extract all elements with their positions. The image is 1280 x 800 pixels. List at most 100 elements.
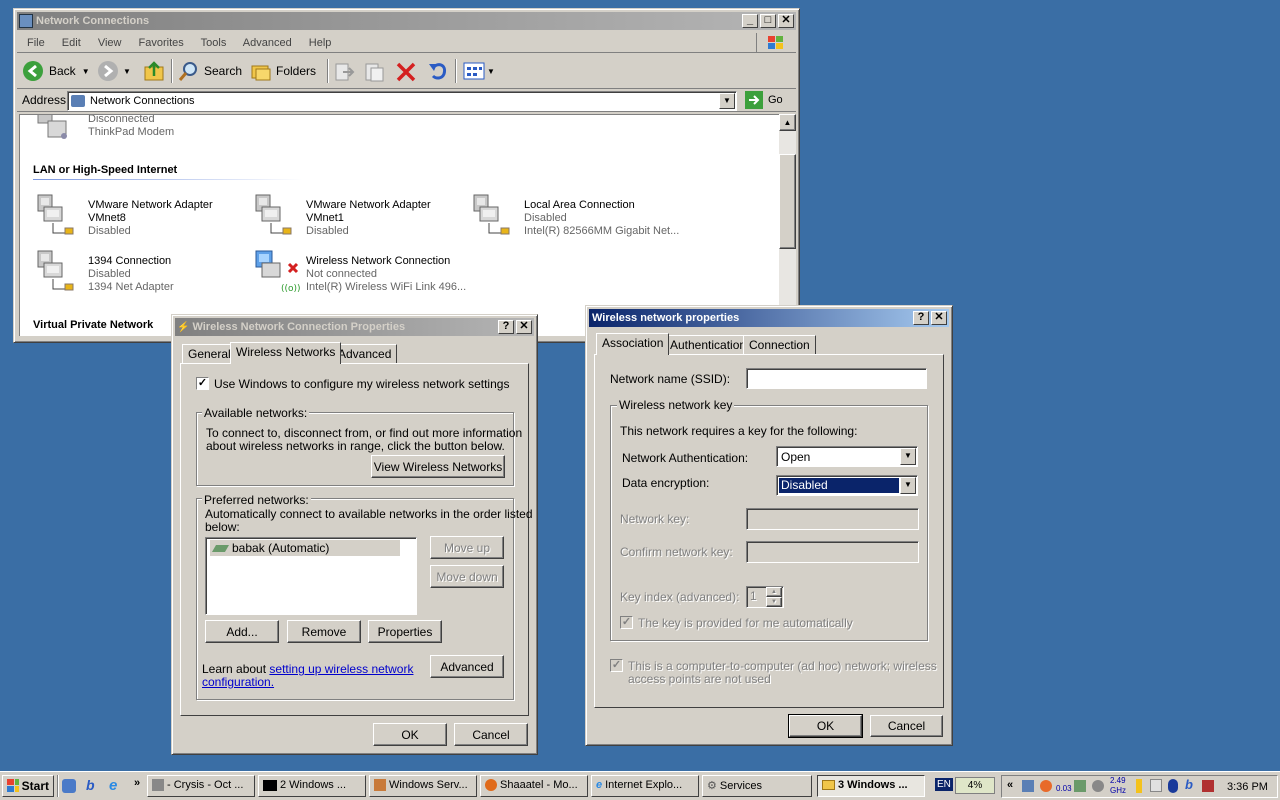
- menu-file[interactable]: File: [27, 37, 45, 49]
- move-to-icon[interactable]: [333, 61, 355, 83]
- taskbar-button[interactable]: - Crysis - Oct ...: [147, 775, 255, 797]
- undo-icon[interactable]: [427, 60, 449, 82]
- tray-icon[interactable]: [1202, 780, 1214, 792]
- tray-icon[interactable]: [1040, 780, 1052, 792]
- tray-icon[interactable]: [1092, 780, 1104, 792]
- scroll-up-button[interactable]: ▲: [779, 114, 796, 131]
- tray-icon[interactable]: [1074, 780, 1086, 792]
- menu-favorites[interactable]: Favorites: [139, 37, 184, 49]
- connection-item[interactable]: Local Area Connection Disabled Intel(R) …: [524, 199, 679, 238]
- advanced-button[interactable]: Advanced: [430, 655, 504, 678]
- desktop-quicklaunch-icon[interactable]: [62, 779, 76, 793]
- address-field[interactable]: Network Connections ▼: [67, 91, 737, 111]
- connection-item[interactable]: 1394 Connection Disabled 1394 Net Adapte…: [88, 255, 174, 294]
- add-button[interactable]: Add...: [205, 620, 279, 643]
- tray-icon[interactable]: [1136, 779, 1142, 793]
- tray-icon[interactable]: b: [1185, 777, 1193, 792]
- close-button[interactable]: ✕: [931, 311, 947, 325]
- forward-button[interactable]: ▼: [97, 60, 131, 82]
- encryption-select[interactable]: Disabled ▼: [776, 475, 918, 496]
- menu-help[interactable]: Help: [309, 37, 332, 49]
- cancel-button[interactable]: Cancel: [454, 723, 528, 746]
- folders-button[interactable]: Folders: [250, 60, 316, 82]
- delete-icon[interactable]: [395, 61, 417, 83]
- menu-advanced[interactable]: Advanced: [243, 37, 292, 49]
- move-down-button[interactable]: Move down: [430, 565, 504, 588]
- confirm-key-input[interactable]: [746, 541, 919, 563]
- minimize-button[interactable]: _: [742, 14, 758, 28]
- go-button[interactable]: Go: [745, 91, 783, 109]
- network-tray-icon[interactable]: [1022, 780, 1034, 792]
- title-bar[interactable]: ⚡ Wireless Network Connection Properties…: [175, 318, 534, 336]
- clock[interactable]: 3:36 PM: [1227, 781, 1268, 793]
- use-windows-checkbox[interactable]: ✓: [196, 377, 209, 390]
- quicklaunch-more-icon[interactable]: »: [134, 777, 140, 789]
- spin-down-button[interactable]: ▼: [766, 597, 782, 607]
- tab-connection[interactable]: Connection: [743, 335, 816, 355]
- encryption-dropdown-button[interactable]: ▼: [900, 477, 916, 494]
- auto-key-label: The key is provided for me automatically: [638, 616, 853, 630]
- ok-button[interactable]: OK: [373, 723, 447, 746]
- adhoc-checkbox[interactable]: ✓: [610, 659, 623, 672]
- preferred-networks-list[interactable]: babak (Automatic): [205, 537, 417, 615]
- maximize-button[interactable]: □: [760, 14, 776, 28]
- bluetooth-icon[interactable]: [1168, 779, 1178, 793]
- setup-wireless-link-2[interactable]: configuration.: [202, 675, 274, 689]
- search-button[interactable]: Search: [178, 60, 242, 82]
- language-indicator[interactable]: EN: [935, 778, 953, 791]
- ok-button[interactable]: OK: [788, 714, 863, 738]
- up-folder-icon[interactable]: [143, 60, 165, 82]
- modem-connection[interactable]: Disconnected ThinkPad Modem: [88, 115, 174, 139]
- help-button[interactable]: ?: [913, 311, 929, 325]
- available-description: To connect to, disconnect from, or find …: [206, 426, 523, 440]
- menu-view[interactable]: View: [98, 37, 122, 49]
- ssid-input[interactable]: [746, 368, 927, 389]
- tab-general[interactable]: General: [182, 344, 237, 364]
- start-button[interactable]: Start: [2, 775, 54, 797]
- address-dropdown-button[interactable]: ▼: [719, 93, 735, 109]
- taskbar-button[interactable]: 2 Windows ...: [258, 775, 366, 797]
- title-bar[interactable]: Network Connections _ □ ✕: [17, 12, 796, 30]
- taskbar-button[interactable]: ⚙ Services: [702, 775, 812, 797]
- auto-key-checkbox[interactable]: ✓: [620, 616, 633, 629]
- taskbar-button[interactable]: Windows Serv...: [369, 775, 477, 797]
- taskbar-button[interactable]: Shaaatel - Mo...: [480, 775, 588, 797]
- scroll-thumb[interactable]: [779, 154, 796, 249]
- close-button[interactable]: ✕: [516, 320, 532, 334]
- tab-wireless-networks[interactable]: Wireless Networks: [230, 342, 342, 364]
- connection-item[interactable]: VMware Network Adapter VMnet8 Disabled: [88, 199, 213, 238]
- tray-icon[interactable]: [1150, 779, 1162, 792]
- tab-authentication[interactable]: Authentication: [664, 335, 753, 355]
- menu-edit[interactable]: Edit: [62, 37, 81, 49]
- menu-tools[interactable]: Tools: [201, 37, 227, 49]
- tray-expand-icon[interactable]: «: [1007, 779, 1013, 791]
- move-up-button[interactable]: Move up: [430, 536, 504, 559]
- view-wireless-networks-button[interactable]: View Wireless Networks: [371, 455, 505, 478]
- auth-select[interactable]: Open ▼: [776, 446, 918, 467]
- key-index-spinner[interactable]: 1 ▲ ▼: [746, 586, 784, 608]
- ie-quicklaunch-icon[interactable]: e: [109, 777, 117, 794]
- back-button[interactable]: Back ▼: [22, 60, 90, 82]
- list-item[interactable]: babak (Automatic): [210, 540, 400, 556]
- vertical-scrollbar[interactable]: ▲: [779, 114, 796, 336]
- network-key-input[interactable]: [746, 508, 919, 530]
- title-bar[interactable]: Wireless network properties ? ✕: [589, 309, 949, 327]
- auth-dropdown-button[interactable]: ▼: [900, 448, 916, 465]
- taskbar-button[interactable]: e Internet Explo...: [591, 775, 699, 797]
- cancel-button[interactable]: Cancel: [870, 715, 943, 737]
- views-button[interactable]: ▼: [463, 61, 495, 81]
- close-button[interactable]: ✕: [778, 14, 794, 28]
- taskbar-button-active[interactable]: 3 Windows ...: [817, 775, 925, 797]
- window-title: Network Connections: [36, 15, 150, 27]
- browser-quicklaunch-icon[interactable]: b: [86, 777, 95, 793]
- connection-item[interactable]: VMware Network Adapter VMnet1 Disabled: [306, 199, 431, 238]
- copy-to-icon[interactable]: [363, 61, 385, 83]
- help-button[interactable]: ?: [498, 320, 514, 334]
- tab-association[interactable]: Association: [596, 333, 670, 355]
- connection-item-wireless[interactable]: Wireless Network Connection Not connecte…: [306, 255, 466, 294]
- tab-advanced[interactable]: Advanced: [332, 344, 398, 364]
- properties-button[interactable]: Properties: [368, 620, 442, 643]
- spin-up-button[interactable]: ▲: [766, 587, 782, 597]
- remove-button[interactable]: Remove: [287, 620, 361, 643]
- setup-wireless-link[interactable]: setting up wireless network: [269, 662, 413, 676]
